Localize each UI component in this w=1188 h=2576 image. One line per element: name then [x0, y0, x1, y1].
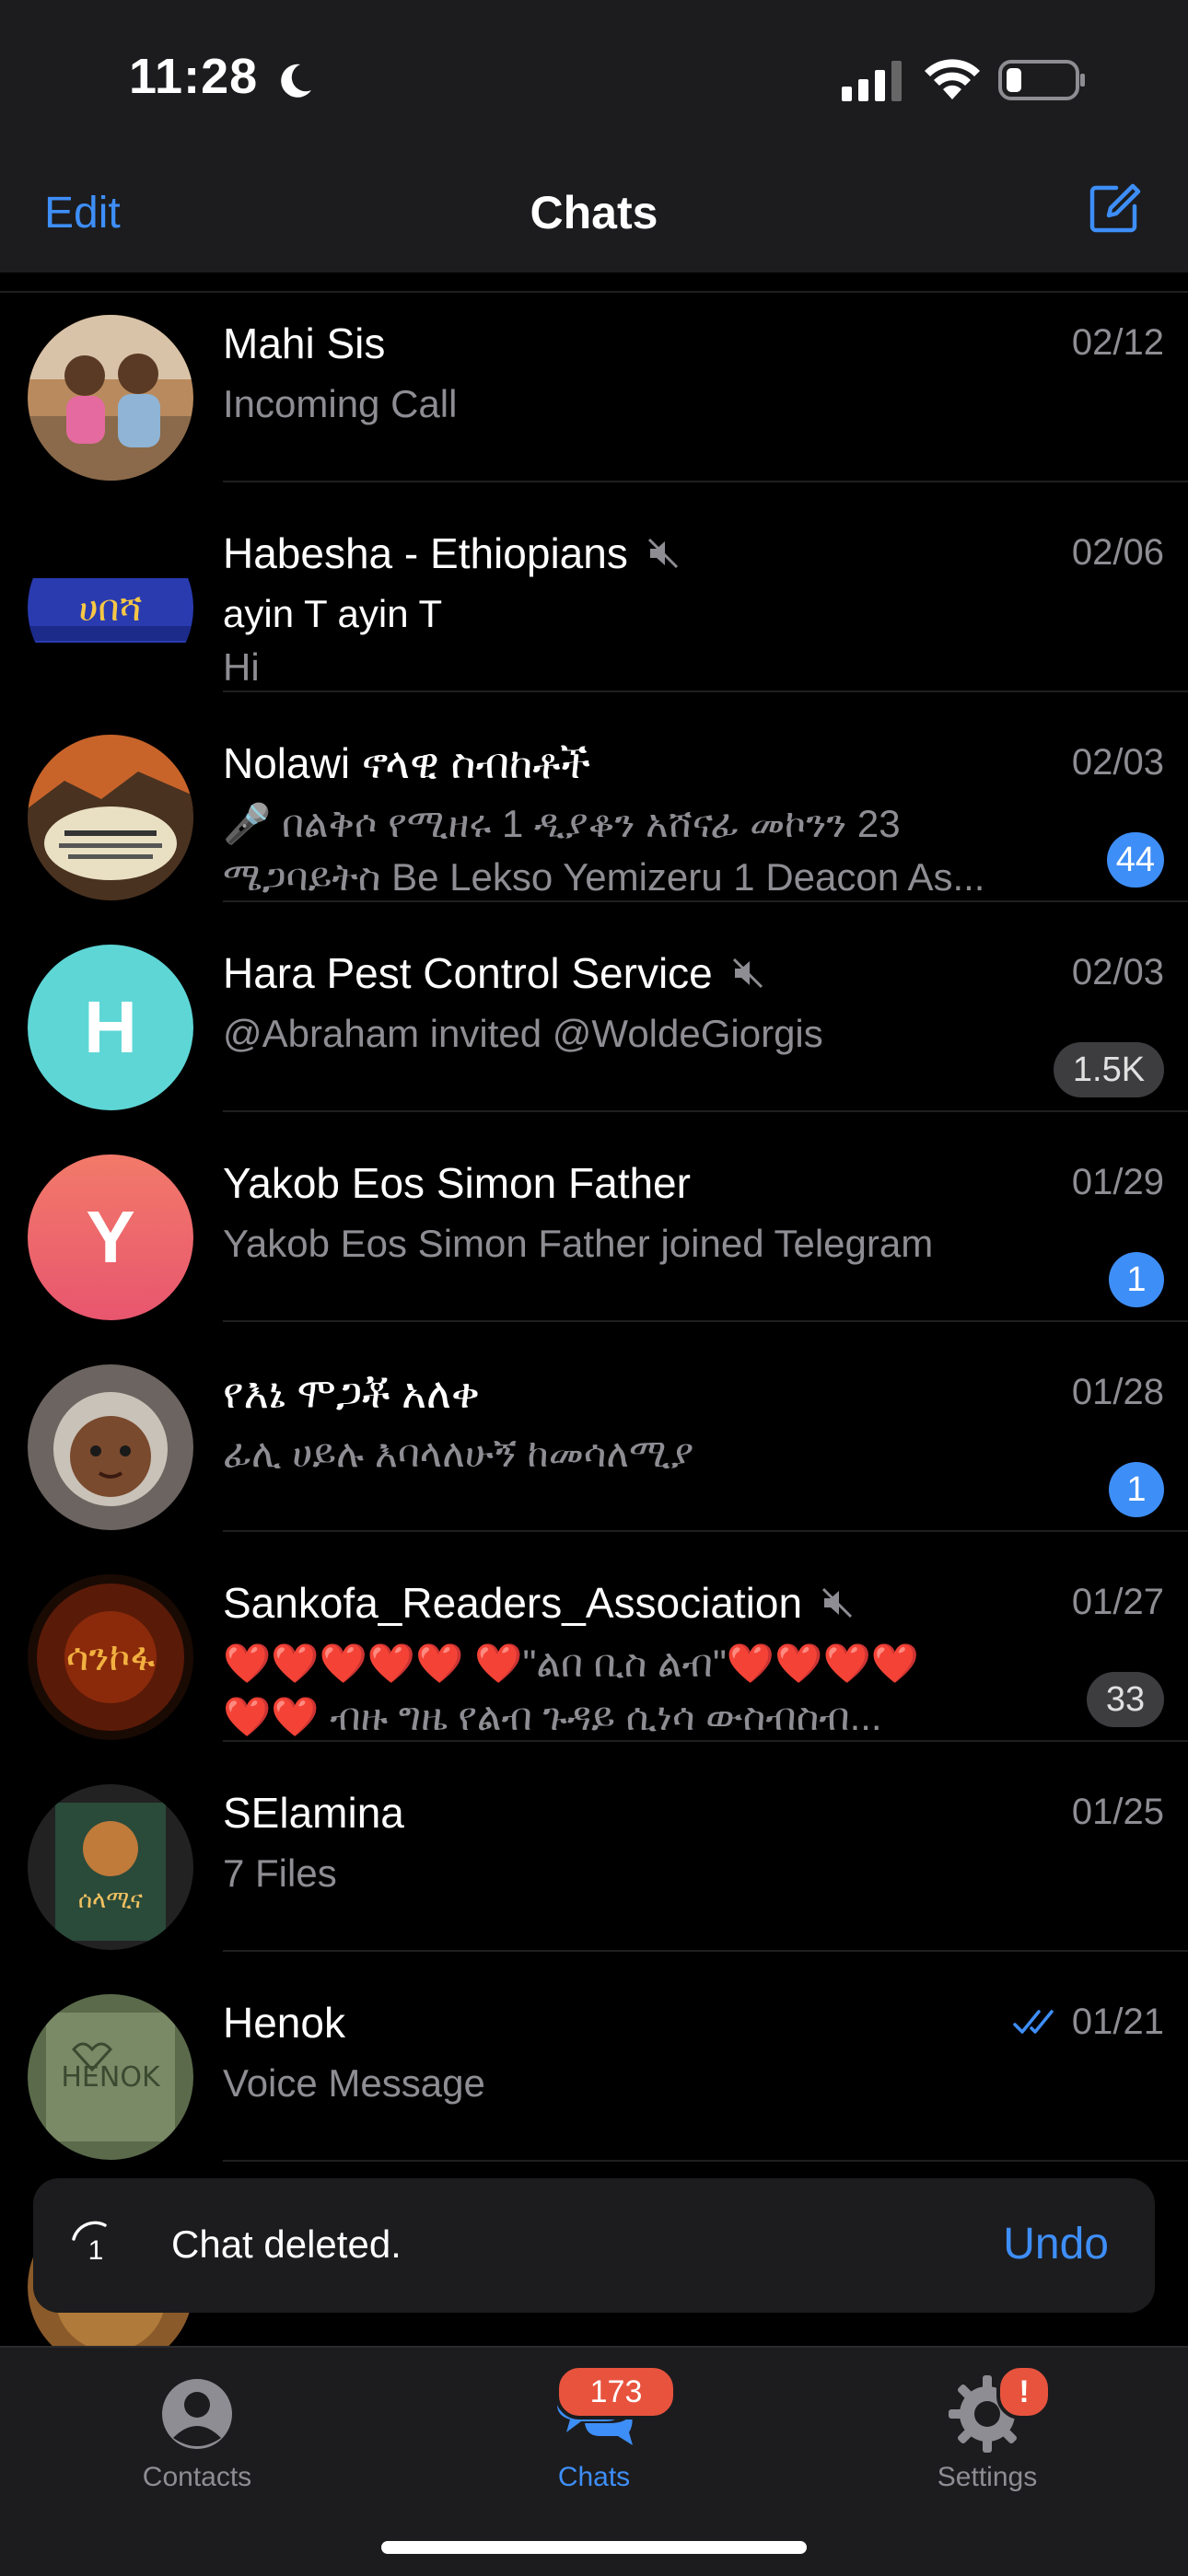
chat-row-nolawi[interactable]: Nolawi ኖላዊ ስብከቶች 02/03 🎤 በልቅሶ የሚዘሩ 1 ዲያቆ… — [0, 692, 1188, 902]
battery-icon — [998, 60, 1085, 100]
svg-text:ሀበሻ: ሀበሻ — [79, 587, 143, 630]
chat-preview: Yakob Eos Simon Father joined Telegram — [223, 1222, 934, 1265]
muted-icon — [647, 538, 678, 569]
tab-label: Settings — [937, 2462, 1038, 2492]
chat-row-yene-mogachu[interactable]: የእኔ ሞጋቾ አለቀ 01/28 ፊሊ ሀይሉ እባላለሁኝ ከመሳለሚያ 1 — [0, 1322, 1188, 1532]
chat-date: 01/29 — [1071, 1162, 1164, 1202]
chat-preview: 7 Files — [223, 1851, 337, 1895]
chat-preview: Voice Message — [223, 2061, 485, 2105]
chat-date: 02/06 — [1071, 532, 1164, 573]
muted-icon — [822, 1587, 853, 1619]
avatar: ሰላሚና — [28, 1784, 193, 1950]
svg-text:ሰላሚና: ሰላሚና — [78, 1886, 143, 1914]
avatar — [28, 1364, 193, 1530]
tab-label: Contacts — [142, 2462, 252, 2492]
tab-contacts[interactable]: Contacts — [59, 2348, 335, 2532]
avatar: ሀበሻ — [28, 525, 193, 690]
moon-icon — [281, 64, 311, 98]
home-indicator — [381, 2541, 807, 2554]
status-time: 11:28 — [129, 49, 259, 104]
wifi-icon — [925, 59, 980, 99]
chat-date: 02/03 — [1071, 952, 1164, 992]
tab-chats[interactable]: 173 Chats — [456, 2348, 732, 2532]
chat-preview: 🎤 በልቅሶ የሚዘሩ 1 ዲያቆን አሸናፊ መኮንን 23 ሜጋባይትስ B… — [223, 802, 985, 899]
person-circle-icon — [162, 2379, 232, 2449]
chat-date: 02/12 — [1071, 322, 1164, 363]
chat-preview: @Abraham invited @WoldeGiorgis — [223, 1012, 823, 1055]
chat-date: 01/25 — [1071, 1792, 1164, 1832]
chat-date: 01/21 — [1011, 2002, 1164, 2043]
unread-badge: 44 — [1106, 832, 1164, 888]
svg-text:ሳንኮፋ: ሳንኮፋ — [66, 1634, 156, 1679]
unread-badge: 1 — [1109, 1462, 1164, 1517]
chat-preview: ❤️❤️❤️❤️❤️ ❤️"ልበ ቢስ ልብ"❤️❤️❤️❤️ ❤️❤️ ብዙ … — [223, 1642, 920, 1738]
chat-row-selamina[interactable]: ሰላሚና SElamina 01/25 7 Files — [0, 1742, 1188, 1952]
page-title: Chats — [530, 187, 658, 238]
unread-count-badge: 173 — [555, 2364, 677, 2419]
chat-row-habesha-ethiopians[interactable]: ሀበሻ Habesha - Ethiopians 02/06 ayin T ay… — [0, 482, 1188, 692]
double-check-icon — [1013, 2009, 1054, 2034]
undo-toast: 1 Chat deleted. Undo — [33, 2178, 1155, 2313]
avatar — [28, 735, 193, 900]
muted-icon — [732, 957, 763, 989]
tab-settings[interactable]: ! Settings — [849, 2348, 1125, 2532]
compose-icon[interactable] — [1085, 179, 1144, 238]
sender-name: ayin T ayin T — [223, 592, 443, 635]
chat-preview: ayin T ayin T Hi — [223, 587, 1052, 694]
chat-name: SElamina — [223, 1789, 404, 1837]
avatar: Y — [28, 1155, 193, 1320]
chat-date: 01/28 — [1071, 1372, 1164, 1412]
undo-button[interactable]: Undo — [1003, 2219, 1109, 2269]
chat-preview: ፊሊ ሀይሉ እባላለሁኝ ከመሳለሚያ — [223, 1432, 694, 1475]
chat-name: Henok — [223, 1999, 345, 2047]
navigation-bar: Edit Chats — [0, 166, 1188, 273]
chat-row-yakob-eos-simon-father[interactable]: Y Yakob Eos Simon Father 01/29 Yakob Eos… — [0, 1112, 1188, 1322]
chat-name: Hara Pest Control Service — [223, 948, 766, 998]
status-bar: 11:28 — [0, 0, 1188, 166]
chat-name: Habesha - Ethiopians — [223, 528, 681, 578]
chat-name: የእኔ ሞጋቾ አለቀ — [223, 1369, 480, 1417]
chat-preview: Incoming Call — [223, 382, 458, 425]
chat-row-mahi-sis[interactable]: Mahi Sis 02/12 Incoming Call — [0, 273, 1188, 482]
avatar: H — [28, 945, 193, 1110]
timer-value: 1 — [88, 2235, 104, 2266]
chat-date: 01/27 — [1071, 1582, 1164, 1622]
avatar: ሳንኮፋ — [28, 1574, 193, 1740]
unread-badge: 1 — [1109, 1252, 1164, 1307]
svg-text:HENOK: HENOK — [61, 2061, 161, 2094]
chat-name: Mahi Sis — [223, 319, 386, 367]
avatar: HENOK — [28, 1994, 193, 2160]
tab-bar: Contacts 173 Chats ! Settings — [0, 2346, 1188, 2576]
unread-badge: 1.5K — [1054, 1042, 1164, 1097]
cellular-signal-icon — [842, 61, 902, 101]
chat-row-hara-pest-control[interactable]: H Hara Pest Control Service 02/03 @Abrah… — [0, 902, 1188, 1112]
unread-badge: 33 — [1087, 1672, 1164, 1727]
avatar — [28, 315, 193, 481]
chat-name: Sankofa_Readers_Association — [223, 1578, 856, 1628]
tab-label: Chats — [557, 2462, 631, 2492]
alert-badge: ! — [996, 2364, 1052, 2419]
toast-message: Chat deleted. — [171, 2222, 402, 2266]
chat-row-henok[interactable]: HENOK Henok 01/21 Voice Message — [0, 1952, 1188, 2162]
chat-row-sankofa-readers[interactable]: ሳንኮፋ Sankofa_Readers_Association 01/27 ❤… — [0, 1532, 1188, 1742]
chat-name: Yakob Eos Simon Father — [223, 1159, 691, 1207]
chat-date: 02/03 — [1071, 742, 1164, 783]
chat-name: Nolawi ኖላዊ ስብከቶች — [223, 739, 591, 787]
countdown-timer-icon: 1 — [72, 2221, 107, 2266]
header: 11:28 Edit Chats — [0, 0, 1188, 273]
